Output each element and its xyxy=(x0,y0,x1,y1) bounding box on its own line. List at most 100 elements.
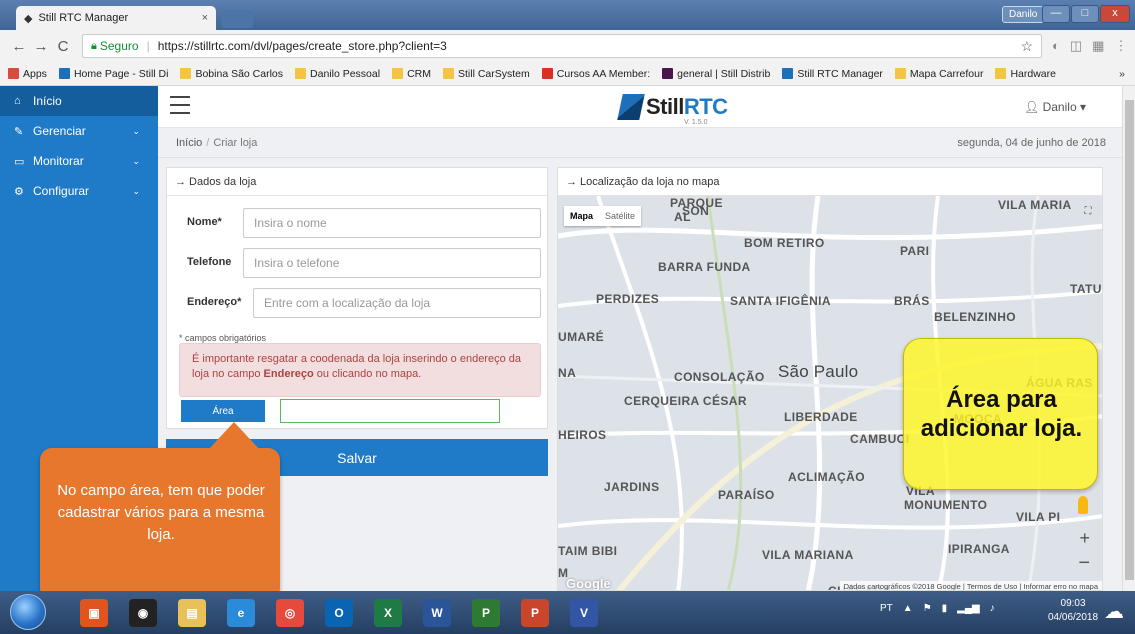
street-view-pegman-icon[interactable] xyxy=(1078,496,1088,514)
bookmark-item[interactable]: Bobina São Carlos xyxy=(180,68,283,80)
fullscreen-icon[interactable]: ⛶ xyxy=(1080,204,1096,220)
sidebar-item-configurar[interactable]: ⚙ Configurar ⌄ xyxy=(0,176,158,206)
logo-still: Still xyxy=(646,94,684,119)
browser-titlebar: ◆ Still RTC Manager × Danilo — □ x xyxy=(0,0,1135,30)
extension-icon-3[interactable]: ▦ xyxy=(1092,38,1104,54)
extension-icon-2[interactable]: ◫ xyxy=(1070,38,1082,54)
bookmarks-more-icon[interactable]: » xyxy=(1119,68,1125,80)
url-input[interactable]: 🔒︎ Seguro | https://stillrtc.com/dvl/pag… xyxy=(82,34,1042,58)
map-place-label: CONSOLAÇÃO xyxy=(674,370,765,384)
menu-kebab-icon[interactable]: ⋮ xyxy=(1114,38,1127,54)
area-input[interactable] xyxy=(280,399,500,423)
taskbar-app-1-icon[interactable]: ▣ xyxy=(80,599,108,627)
map-type-map[interactable]: Mapa xyxy=(564,211,599,221)
secure-label: Seguro xyxy=(99,39,139,53)
map-place-label: BELENZINHO xyxy=(934,310,1016,324)
bookmark-icon xyxy=(180,68,192,79)
map-place-label: JARDINS xyxy=(604,480,660,494)
close-window-button[interactable]: x xyxy=(1100,5,1130,23)
taskbar-outlook-icon[interactable]: O xyxy=(325,599,353,627)
phone-input[interactable] xyxy=(243,248,541,278)
address-bar: ← → C 🔒︎ Seguro | https://stillrtc.com/d… xyxy=(0,30,1135,62)
forward-icon[interactable]: → xyxy=(30,38,52,55)
stillrtc-logo[interactable]: StillRTC V. 1.5.0 xyxy=(617,92,730,126)
clock-date: 04/06/2018 xyxy=(1048,612,1099,623)
app-header: StillRTC V. 1.5.0 👤︎ Danilo ▾ xyxy=(158,86,1122,128)
back-icon[interactable]: ← xyxy=(8,38,30,55)
taskbar-app-2-icon[interactable]: ◉ xyxy=(129,599,157,627)
taskbar-visio-icon[interactable]: V xyxy=(570,599,598,627)
reload-icon[interactable]: C xyxy=(52,38,74,55)
bookmark-item[interactable]: CRM xyxy=(392,68,431,80)
battery-icon[interactable]: ▮ xyxy=(942,603,948,614)
sidebar-item-gerenciar[interactable]: ✎ Gerenciar ⌄ xyxy=(0,116,158,146)
bookmark-icon xyxy=(995,68,1007,79)
phone-label: Telefone xyxy=(187,256,232,268)
extension-icon-1[interactable]: ◐ xyxy=(1052,38,1060,54)
breadcrumb-home[interactable]: Início xyxy=(176,137,202,149)
bookmark-item[interactable]: Home Page - Still Di xyxy=(58,68,168,80)
page-scrollbar[interactable] xyxy=(1122,86,1135,591)
store-form-panel: → Dados da loja Nome* Telefone Endereço*… xyxy=(166,167,548,429)
hamburger-menu-icon[interactable] xyxy=(170,96,190,114)
gear-icon: ⚙ xyxy=(14,185,24,198)
bookmark-item[interactable]: Apps xyxy=(8,68,47,80)
taskbar-explorer-icon[interactable]: ▤ xyxy=(178,599,206,627)
bookmark-item[interactable]: Mapa Carrefour xyxy=(894,68,983,80)
cloud-icon[interactable]: ☁ xyxy=(1104,599,1124,624)
bookmark-item[interactable]: Still CarSystem xyxy=(443,68,530,80)
scrollbar-thumb[interactable] xyxy=(1125,100,1134,580)
taskbar-word-icon[interactable]: W xyxy=(423,599,451,627)
zoom-out-icon[interactable]: − xyxy=(1078,552,1090,575)
language-indicator[interactable]: PT xyxy=(880,603,893,614)
taskbar-ie-icon[interactable]: e xyxy=(227,599,255,627)
taskbar-excel-icon[interactable]: X xyxy=(374,599,402,627)
sidebar-item-monitorar[interactable]: ▭ Monitorar ⌄ xyxy=(0,146,158,176)
name-row: Nome* xyxy=(167,208,549,238)
user-menu[interactable]: 👤︎ Danilo ▾ xyxy=(1024,100,1086,114)
bookmark-item[interactable]: general | Still Distrib xyxy=(662,68,770,80)
system-clock[interactable]: 09:03 04/06/2018 xyxy=(1048,597,1098,625)
map-place-label: CERQUEIRA CÉSAR xyxy=(624,394,747,408)
area-button[interactable]: Área xyxy=(181,400,265,422)
bookmark-label: Apps xyxy=(23,67,47,80)
address-input[interactable] xyxy=(253,288,541,318)
tab-close-icon[interactable]: × xyxy=(202,12,208,24)
map-type-control: Mapa Satélite xyxy=(564,206,642,226)
logo-rtc: RTC xyxy=(683,94,728,119)
map-place-label: VILA MARIA xyxy=(998,198,1072,212)
browser-tab[interactable]: ◆ Still RTC Manager × xyxy=(16,6,216,30)
map-type-satellite[interactable]: Satélite xyxy=(599,211,641,221)
alert-text-2: ou clicando no mapa. xyxy=(313,368,422,380)
volume-icon[interactable]: ♪ xyxy=(990,603,995,614)
user-name: Danilo xyxy=(1042,100,1077,114)
coordinate-alert: É importante resgatar a coodenada da loj… xyxy=(179,343,541,397)
sidebar-item-inicio[interactable]: ⌂ Início xyxy=(0,86,158,116)
map-attribution[interactable]: Dados cartográficos ©2018 Google | Termo… xyxy=(839,581,1102,590)
bookmark-item[interactable]: Still RTC Manager xyxy=(782,68,883,80)
bookmark-item[interactable]: Danilo Pessoal xyxy=(295,68,380,80)
bookmark-item[interactable]: Cursos AA Member: xyxy=(541,68,650,80)
map-place-label: UMARÉ xyxy=(558,330,604,344)
bookmark-label: Danilo Pessoal xyxy=(310,67,381,80)
new-tab-button[interactable] xyxy=(221,10,253,28)
window-user-badge[interactable]: Danilo xyxy=(1002,6,1045,23)
maximize-button[interactable]: □ xyxy=(1071,5,1099,23)
map-place-label: MONUMENTO xyxy=(904,498,988,512)
taskbar-powerpoint-icon[interactable]: P xyxy=(521,599,549,627)
bookmark-icon xyxy=(58,68,70,79)
user-icon: 👤︎ xyxy=(1024,100,1040,114)
bookmark-star-icon[interactable]: ☆ xyxy=(1020,38,1033,55)
minimize-button[interactable]: — xyxy=(1042,5,1070,23)
network-icon[interactable]: ▂▄▆ xyxy=(957,603,979,614)
taskbar-chrome-icon[interactable]: ◎ xyxy=(276,599,304,627)
zoom-in-icon[interactable]: + xyxy=(1079,528,1090,549)
name-input[interactable] xyxy=(243,208,541,238)
bookmark-item[interactable]: Hardware xyxy=(995,68,1056,80)
phone-row: Telefone xyxy=(167,248,549,278)
tray-expand-icon[interactable]: ▲ xyxy=(903,603,913,614)
taskbar-project-icon[interactable]: P xyxy=(472,599,500,627)
start-button[interactable] xyxy=(10,594,46,630)
chevron-down-icon: ⌄ xyxy=(132,155,140,166)
flag-icon[interactable]: ⚑ xyxy=(923,603,932,614)
